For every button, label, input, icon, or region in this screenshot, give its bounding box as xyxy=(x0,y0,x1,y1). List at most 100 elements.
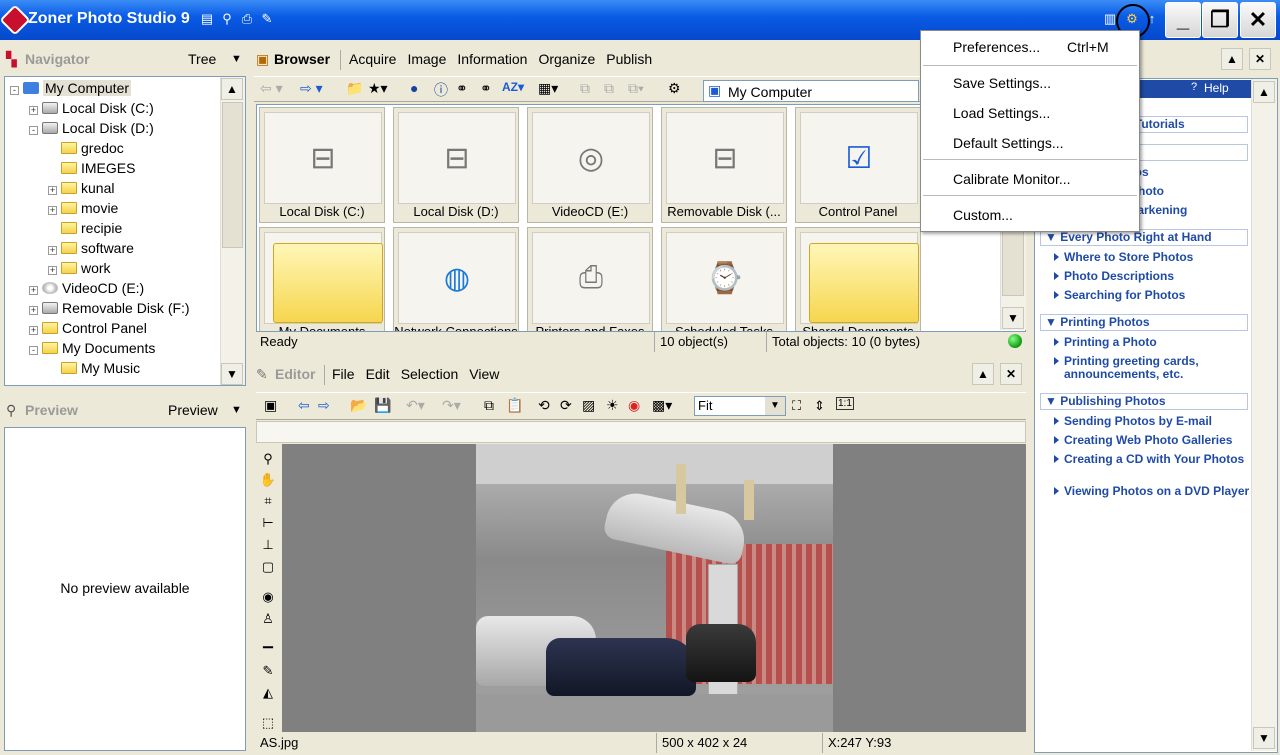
info-round-icon[interactable]: ● xyxy=(410,80,418,96)
fit-height-icon[interactable]: ⇕ xyxy=(814,398,825,414)
vertical-tool-icon[interactable]: ⊥ xyxy=(258,536,278,554)
info-icon[interactable]: ⓘ xyxy=(434,80,448,100)
menu-item-load-settings[interactable]: Load Settings... xyxy=(953,103,1050,123)
menu-item-custom[interactable]: Custom... xyxy=(953,205,1013,225)
tree-item[interactable]: + work xyxy=(48,258,111,278)
expand-toggle-icon[interactable]: + xyxy=(48,266,57,275)
menu-item-save-settings[interactable]: Save Settings... xyxy=(953,73,1051,93)
menu-organize[interactable]: Organize xyxy=(538,51,595,67)
folder-up-icon[interactable]: 📁 xyxy=(346,80,363,97)
tree-item[interactable]: - Local Disk (D:) xyxy=(29,118,154,138)
horizon-tool-icon[interactable]: ⊢ xyxy=(258,514,278,532)
menu-file[interactable]: File xyxy=(332,366,355,382)
help-scroll-up-button[interactable]: ▲ xyxy=(1253,81,1275,103)
menu-acquire[interactable]: Acquire xyxy=(349,51,396,67)
menu-view[interactable]: View xyxy=(469,366,499,382)
brush-icon[interactable]: ✎ xyxy=(258,662,278,680)
browser-tile[interactable]: ☑ Control Panel xyxy=(795,107,921,223)
chevron-down-icon[interactable]: ▼ xyxy=(231,395,242,425)
browser-scroll-down-button[interactable]: ▼ xyxy=(1002,307,1024,329)
undo-icon[interactable]: ↶▾ xyxy=(406,397,425,414)
expand-toggle-icon[interactable]: - xyxy=(29,126,38,135)
menu-information[interactable]: Information xyxy=(457,51,527,67)
help-scroll-down-button[interactable]: ▼ xyxy=(1253,727,1275,749)
paste-icon[interactable]: 📋 xyxy=(506,397,523,414)
clone-stamp-icon[interactable]: ♙ xyxy=(258,610,278,628)
expand-toggle-icon[interactable]: + xyxy=(29,306,38,315)
help-link[interactable]: Sending Photos by E-mail xyxy=(1054,415,1254,428)
navigator-view-select[interactable]: Tree xyxy=(188,44,216,74)
chevron-down-icon[interactable]: ▼ xyxy=(765,397,785,415)
copy-icon[interactable]: ⧉ xyxy=(484,397,494,414)
browser-tile[interactable]: ⌚ Scheduled Tasks xyxy=(661,227,787,331)
tree-item[interactable]: + Control Panel xyxy=(29,318,147,338)
smudge-icon[interactable]: ▁ xyxy=(258,632,278,650)
favorite-folder-icon[interactable]: ★▾ xyxy=(368,80,388,97)
preview-view-select[interactable]: Preview xyxy=(168,395,218,425)
menu-item-calibrate-monitor[interactable]: Calibrate Monitor... xyxy=(953,169,1071,189)
browser-tile[interactable]: My Documents xyxy=(259,227,385,331)
tree-item[interactable]: - My Computer xyxy=(10,78,132,98)
tree-item[interactable]: + kunal xyxy=(48,178,114,198)
browser-tile[interactable]: Shared Documents xyxy=(795,227,921,331)
binoculars-icon[interactable]: ⚭ xyxy=(456,80,468,97)
menu-item-preferences[interactable]: Preferences... xyxy=(953,37,1040,57)
effects-icon[interactable]: ▩▾ xyxy=(652,397,672,414)
browser-tile[interactable]: ⎙ Printers and Faxes xyxy=(527,227,653,331)
tree-item[interactable]: recipie xyxy=(48,218,122,238)
zoom-tool-icon[interactable]: ⚲ xyxy=(258,450,278,468)
properties-icon[interactable]: ⚙ xyxy=(668,80,681,97)
save-icon[interactable]: 💾 xyxy=(374,397,391,414)
tree-item[interactable]: + movie xyxy=(48,198,118,218)
browser-tile[interactable]: ◎ VideoCD (E:) xyxy=(527,107,653,223)
tree-item[interactable]: My Music xyxy=(48,358,140,378)
editor-maximize-button[interactable]: ▲ xyxy=(972,363,994,385)
crop-tool-icon[interactable]: ⌗ xyxy=(258,492,278,510)
settings-gear-icon[interactable]: ⚙ xyxy=(1125,12,1139,26)
expand-toggle-icon[interactable]: + xyxy=(48,246,57,255)
help-arrow-icon[interactable]: ↑ xyxy=(1145,12,1159,26)
tree-item[interactable]: IMEGES xyxy=(48,158,135,178)
browser-tile[interactable]: ◍ Network Connections xyxy=(393,227,519,331)
minimize-button[interactable]: _ xyxy=(1165,2,1201,38)
help-link[interactable]: Viewing Photos on a DVD Player xyxy=(1054,485,1254,498)
prev-image-icon[interactable]: ⇦ xyxy=(298,397,310,414)
help-link[interactable]: Photo Descriptions xyxy=(1054,270,1254,283)
expand-toggle-icon[interactable]: + xyxy=(29,106,38,115)
color-wheel-icon[interactable]: ◉ xyxy=(628,397,640,414)
forward-arrow-icon[interactable]: ⇨ ▾ xyxy=(300,80,323,97)
expand-toggle-icon[interactable]: + xyxy=(48,206,57,215)
brightness-icon[interactable]: ☀ xyxy=(606,397,619,414)
edit-icon[interactable]: ✎ xyxy=(260,12,274,26)
copy-icon[interactable]: ⧉ xyxy=(580,80,590,97)
help-scrollbar[interactable] xyxy=(1251,79,1277,751)
move-icon[interactable]: ⧉ xyxy=(604,80,614,97)
help-section-header[interactable]: ▼ Printing Photos xyxy=(1040,314,1248,331)
browser-tile[interactable]: ⊟ Removable Disk (... xyxy=(661,107,787,223)
help-link[interactable]: Where to Store Photos xyxy=(1054,251,1254,264)
zoom-select[interactable]: Fit ▼ xyxy=(694,396,786,416)
scroll-up-button[interactable]: ▲ xyxy=(221,78,243,100)
help-link[interactable]: Printing a Photo xyxy=(1054,336,1254,349)
next-image-icon[interactable]: ⇨ xyxy=(318,397,330,414)
scroll-down-button[interactable]: ▼ xyxy=(221,363,243,385)
resize-tool-icon[interactable]: ▢ xyxy=(258,558,278,576)
binoculars-plus-icon[interactable]: ⚭ xyxy=(480,80,492,97)
scroll-thumb[interactable] xyxy=(222,102,243,248)
editor-close-button[interactable]: ✕ xyxy=(1000,363,1022,385)
tree-item[interactable]: + VideoCD (E:) xyxy=(29,278,144,298)
menu-item-default-settings[interactable]: Default Settings... xyxy=(953,133,1064,153)
browser-tile[interactable]: ⊟ Local Disk (D:) xyxy=(393,107,519,223)
enhance-icon[interactable]: ▨ xyxy=(582,397,595,414)
expand-toggle-icon[interactable]: + xyxy=(48,186,57,195)
help-link[interactable]: Creating a CD with Your Photos xyxy=(1054,453,1254,466)
help-link[interactable]: Creating Web Photo Galleries xyxy=(1054,434,1254,447)
close-button[interactable]: ✕ xyxy=(1240,2,1276,38)
help-link[interactable]: Printing greeting cards, announcements, … xyxy=(1054,355,1254,381)
print-icon[interactable]: ⎙ xyxy=(240,12,254,26)
red-eye-tool-icon[interactable]: ◉ xyxy=(258,588,278,606)
menu-publish[interactable]: Publish xyxy=(606,51,652,67)
help-button[interactable]: Help xyxy=(1204,81,1229,95)
redo-icon[interactable]: ↷▾ xyxy=(442,397,461,414)
browser-tile[interactable]: ⊟ Local Disk (C:) xyxy=(259,107,385,223)
